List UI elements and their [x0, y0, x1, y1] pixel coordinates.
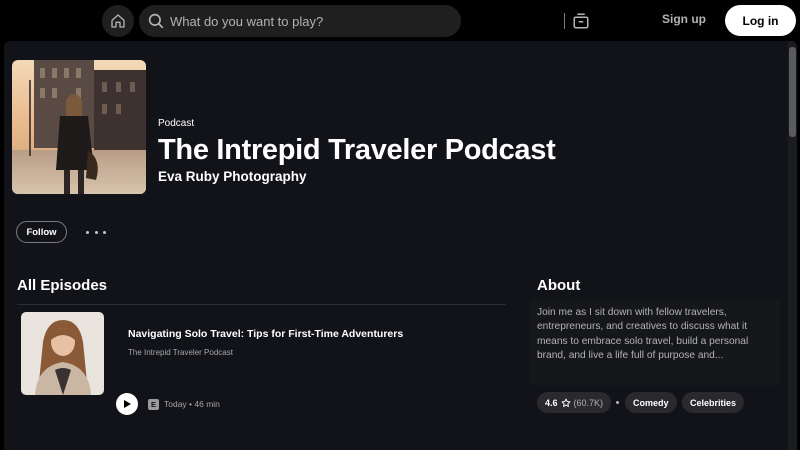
episode-thumbnail[interactable]: [21, 312, 104, 395]
search-divider: [564, 13, 565, 29]
podcast-cover: [12, 60, 146, 194]
search-input[interactable]: [170, 11, 420, 31]
signup-link[interactable]: Sign up: [662, 12, 706, 26]
explicit-badge: E: [148, 399, 159, 410]
home-icon: [111, 14, 125, 28]
play-button[interactable]: [116, 393, 138, 415]
category-tag-comedy[interactable]: Comedy: [625, 392, 677, 413]
home-button[interactable]: [102, 5, 134, 37]
play-icon: [124, 400, 131, 408]
episode-show-name[interactable]: The Intrepid Traveler Podcast: [128, 348, 233, 357]
podcast-kind-label: Podcast: [158, 118, 195, 129]
all-episodes-heading: All Episodes: [17, 277, 108, 294]
search-icon: [148, 13, 164, 29]
rating-badge[interactable]: 4.6 (60.7K): [537, 392, 612, 413]
scrollbar[interactable]: [788, 41, 797, 450]
follow-button[interactable]: Follow: [16, 221, 67, 243]
podcast-title: The Intrepid Traveler Podcast: [158, 134, 556, 166]
search-bar[interactable]: [139, 5, 589, 37]
category-tag-celebrities[interactable]: Celebrities: [682, 392, 745, 413]
separator-dot: [616, 401, 619, 404]
top-bar: Sign up Log in: [0, 0, 800, 41]
main-panel: Podcast The Intrepid Traveler Podcast Ev…: [4, 41, 797, 450]
more-options-icon[interactable]: [86, 224, 106, 240]
episode-title[interactable]: Navigating Solo Travel: Tips for First-T…: [128, 328, 403, 340]
scrollbar-thumb[interactable]: [789, 47, 796, 137]
rating-count: (60.7K): [573, 397, 604, 408]
about-heading: About: [537, 277, 581, 294]
rating-value: 4.6: [545, 397, 558, 408]
about-description: Join me as I sit down with fellow travel…: [537, 307, 749, 361]
episode-meta: Today • 46 min: [164, 399, 220, 409]
podcast-author[interactable]: Eva Ruby Photography: [158, 169, 307, 184]
browse-icon[interactable]: [572, 12, 590, 30]
episodes-divider: [17, 304, 506, 305]
star-icon: [561, 398, 570, 407]
login-button[interactable]: Log in: [725, 5, 796, 36]
